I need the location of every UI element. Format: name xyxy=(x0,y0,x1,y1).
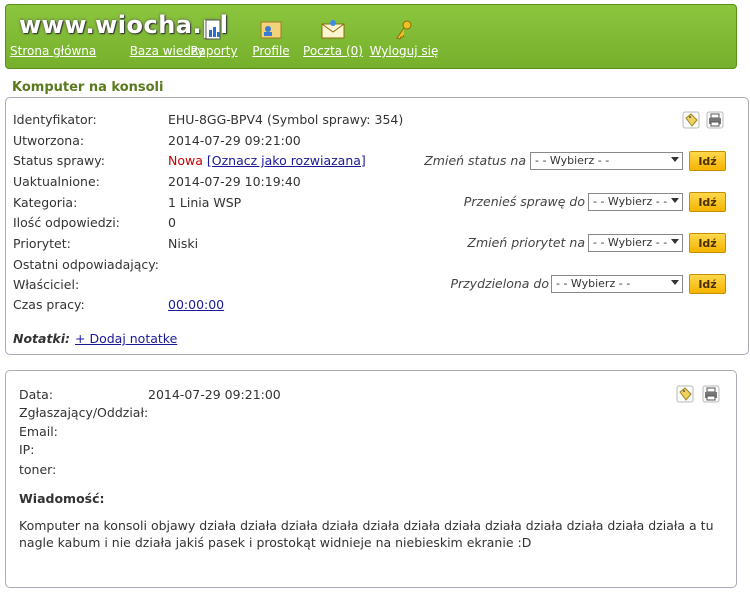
message-label: Wiadomość: xyxy=(19,491,105,506)
field-label: Uaktualnione: xyxy=(13,174,100,189)
key-icon xyxy=(396,20,412,40)
message-date-value: 2014-07-29 09:21:00 xyxy=(148,387,281,402)
chevron-down-icon xyxy=(671,198,679,203)
nav-logout[interactable]: Wyloguj się xyxy=(366,5,442,68)
nav-home[interactable]: Strona główna xyxy=(10,5,96,68)
mail-icon xyxy=(321,20,345,39)
change-priority-go-button[interactable]: Idź xyxy=(689,233,726,253)
field-label: IP: xyxy=(19,442,35,457)
move-ticket-go-button[interactable]: Idź xyxy=(689,192,726,212)
field-label: Data: xyxy=(19,387,54,402)
reports-icon xyxy=(205,19,221,40)
nav-logout-label[interactable]: Wyloguj się xyxy=(366,44,442,58)
top-navigation-bar: www.wiocha.pl Strona główna Baza wiedzy … xyxy=(5,4,737,69)
chevron-down-icon xyxy=(671,157,679,162)
change-priority-select[interactable]: - - Wybierz - - xyxy=(588,234,683,252)
field-label: Identyfikator: xyxy=(13,112,97,127)
nav-home-label[interactable]: Strona główna xyxy=(10,44,96,58)
nav-profile-label[interactable]: Profile xyxy=(243,44,299,58)
move-ticket-select[interactable]: - - Wybierz - - xyxy=(588,193,683,211)
chevron-down-icon xyxy=(671,239,679,244)
status-value: Nowa xyxy=(168,153,203,168)
updated-value: 2014-07-29 10:19:40 xyxy=(168,174,301,189)
assigned-to-select[interactable]: - - Wybierz - - xyxy=(551,275,683,293)
work-time-value[interactable]: 00:00:00 xyxy=(168,297,224,312)
created-value: 2014-07-29 09:21:00 xyxy=(168,133,301,148)
message-panel: Data: 2014-07-29 09:21:00 Zgłaszający/Od… xyxy=(5,370,737,588)
field-label: Ilość odpowiedzi: xyxy=(13,215,120,230)
tag-icon[interactable] xyxy=(676,385,694,403)
change-priority-label: Zmień priorytet na xyxy=(467,235,585,250)
change-status-go-button[interactable]: Idź xyxy=(689,151,726,171)
field-label: toner: xyxy=(19,462,57,477)
assigned-to-go-button[interactable]: Idź xyxy=(689,274,726,294)
field-label: Właściciel: xyxy=(13,277,80,292)
field-label: Ostatni odpowiadający: xyxy=(13,257,160,272)
nav-mail[interactable]: Poczta (0) xyxy=(299,5,367,68)
assigned-to-select-value: - - Wybierz - - xyxy=(556,277,631,290)
nav-reports-label[interactable]: Raporty xyxy=(184,44,244,58)
reply-count-value: 0 xyxy=(168,215,176,230)
ticket-details-panel: Identyfikator: EHU-8GG-BPV4 (Symbol spra… xyxy=(5,97,749,355)
add-note-link[interactable]: + Dodaj notatke xyxy=(75,331,177,346)
print-icon[interactable] xyxy=(706,111,724,129)
change-priority-select-value: - - Wybierz - - xyxy=(593,236,668,249)
message-body: Komputer na konsoli objawy działa działa… xyxy=(19,518,714,550)
chevron-down-icon xyxy=(671,280,679,285)
field-label: Email: xyxy=(19,424,58,439)
field-label: Utworzona: xyxy=(13,133,85,148)
change-status-select[interactable]: - - Wybierz - - xyxy=(530,152,683,170)
print-icon[interactable] xyxy=(702,385,720,403)
work-time-link[interactable]: 00:00:00 xyxy=(168,297,224,312)
change-status-label: Zmień status na xyxy=(424,153,526,168)
field-label: Status sprawy: xyxy=(13,153,105,168)
priority-value: Niski xyxy=(168,236,199,251)
nav-reports[interactable]: Raporty xyxy=(184,5,244,68)
status-row: Nowa [Oznacz jako rozwiazana] xyxy=(168,153,366,168)
assigned-to-label: Przydzielona do xyxy=(450,276,549,291)
nav-profile[interactable]: Profile xyxy=(243,5,299,68)
field-label: Czas pracy: xyxy=(13,297,85,312)
change-status-select-value: - - Wybierz - - xyxy=(535,154,610,167)
field-label: Priorytet: xyxy=(13,236,71,251)
move-ticket-label: Przenieś sprawę do xyxy=(463,194,585,209)
field-label: Kategoria: xyxy=(13,195,78,210)
category-value: 1 Linia WSP xyxy=(168,195,242,210)
tag-icon[interactable] xyxy=(682,111,700,129)
field-label: Zgłaszający/Oddział: xyxy=(19,405,149,420)
notes-label: Notatki: xyxy=(13,331,71,346)
ticket-id-value: EHU-8GG-BPV4 (Symbol sprawy: 354) xyxy=(168,112,404,127)
profile-icon xyxy=(260,21,282,39)
move-ticket-select-value: - - Wybierz - - xyxy=(593,195,668,208)
mark-resolved-link[interactable]: [Oznacz jako rozwiazana] xyxy=(207,153,366,168)
page-title: Komputer na konsoli xyxy=(12,80,164,95)
nav-mail-label[interactable]: Poczta (0) xyxy=(299,44,367,58)
